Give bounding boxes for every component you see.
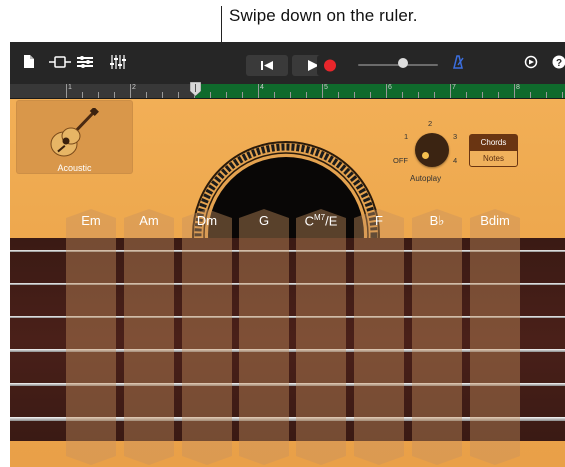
go-to-start-icon [261,61,273,70]
playhead[interactable] [189,81,202,97]
chord-label-f: F [375,213,383,228]
instrument-label: Acoustic [57,163,92,173]
ruler-tick [450,84,451,98]
chord-strip-cmaj7-e[interactable] [296,209,346,465]
bar-2: 2 [132,84,136,91]
ruler-tick [130,84,131,98]
bar-5: 5 [324,84,328,91]
chord-label-em: Em [81,213,101,228]
ruler-tick [242,92,243,98]
chords-button[interactable]: Chords [469,134,518,151]
ruler-tick [338,92,339,98]
ruler-tick [498,92,499,98]
ruler[interactable]: 1 2 3 4 5 6 7 8 [10,84,565,99]
metronome-icon[interactable] [450,55,466,72]
ruler-tick [402,92,403,98]
autoplay-position-off[interactable]: OFF [393,156,408,165]
document-icon[interactable] [23,55,35,72]
ruler-tick [466,92,467,98]
ruler-tick [354,92,355,98]
ruler-tick [146,92,147,98]
autoplay-position-1[interactable]: 1 [404,132,408,141]
bar-4: 4 [260,84,264,91]
autoplay-position-2[interactable]: 2 [428,119,432,128]
ruler-tick [66,84,67,98]
record-icon [324,59,336,72]
ruler-tick [290,92,291,98]
record-button[interactable] [317,55,343,76]
ruler-tick [178,92,179,98]
ruler-tick [322,84,323,98]
mixer-icon[interactable] [110,55,126,72]
chord-bass: /E [325,213,338,229]
autoplay-position-3[interactable]: 3 [453,132,457,141]
chord-strip-bflat[interactable] [412,209,462,465]
ruler-tick [418,92,419,98]
ruler-tick [530,92,531,98]
chord-label-bflat: B♭ [429,213,445,228]
bar-8: 8 [516,84,520,91]
ruler-tick [434,92,435,98]
toolbar: ? [10,42,565,85]
chord-label-bdim: Bdim [480,213,510,228]
garageband-screen: ? 1 2 3 4 5 6 7 8 Acoustic [10,42,565,467]
svg-text:?: ? [556,58,562,69]
chord-strip-em[interactable] [66,209,116,465]
chord-label-g: G [258,213,270,228]
ruler-tick [258,84,259,98]
go-to-start-button[interactable] [246,55,288,76]
tempo-icon[interactable] [523,55,539,72]
bar-1: 1 [68,84,72,91]
ruler-tick [98,92,99,98]
volume-knob[interactable] [398,58,408,68]
chord-strip-bdim[interactable] [470,209,520,465]
ruler-tick [386,84,387,98]
chord-quality: M7 [313,213,326,222]
knob-indicator [422,152,429,159]
bar-7: 7 [452,84,456,91]
instrument-tile[interactable]: Acoustic [16,100,133,174]
tracks-view-icon[interactable] [49,55,71,72]
chord-strip-dm[interactable] [182,209,232,465]
ruler-tick [114,92,115,98]
chord-strip-am[interactable] [124,209,174,465]
autoplay-knob[interactable] [415,133,449,167]
acoustic-guitar-icon [50,108,99,157]
master-volume-slider[interactable] [358,58,438,68]
autoplay-label: Autoplay [410,174,442,183]
ruler-tick [514,84,515,98]
ruler-tick [226,92,227,98]
chord-strip-f[interactable] [354,209,404,465]
ruler-tick [370,92,371,98]
notes-button[interactable]: Notes [469,150,518,167]
chord-label-cmaj7-e: CM7/E [296,213,346,228]
chord-root: C [304,213,314,229]
ruler-tick [162,92,163,98]
chord-strip-g[interactable] [239,209,289,465]
help-icon[interactable]: ? [551,55,565,72]
ruler-tick [82,92,83,98]
bar-6: 6 [388,84,392,91]
ruler-tick [546,92,547,98]
callout-label: Swipe down on the ruler. [229,6,418,25]
chord-label-dm: Dm [196,213,218,228]
ruler-region [194,84,565,98]
ruler-tick [274,92,275,98]
ruler-tick [562,92,563,98]
autoplay-position-4[interactable]: 4 [453,156,457,165]
chord-label-am: Am [139,213,159,228]
ruler-tick [306,92,307,98]
ruler-tick [210,92,211,98]
ruler-tick [482,92,483,98]
track-controls-icon[interactable] [77,55,93,72]
